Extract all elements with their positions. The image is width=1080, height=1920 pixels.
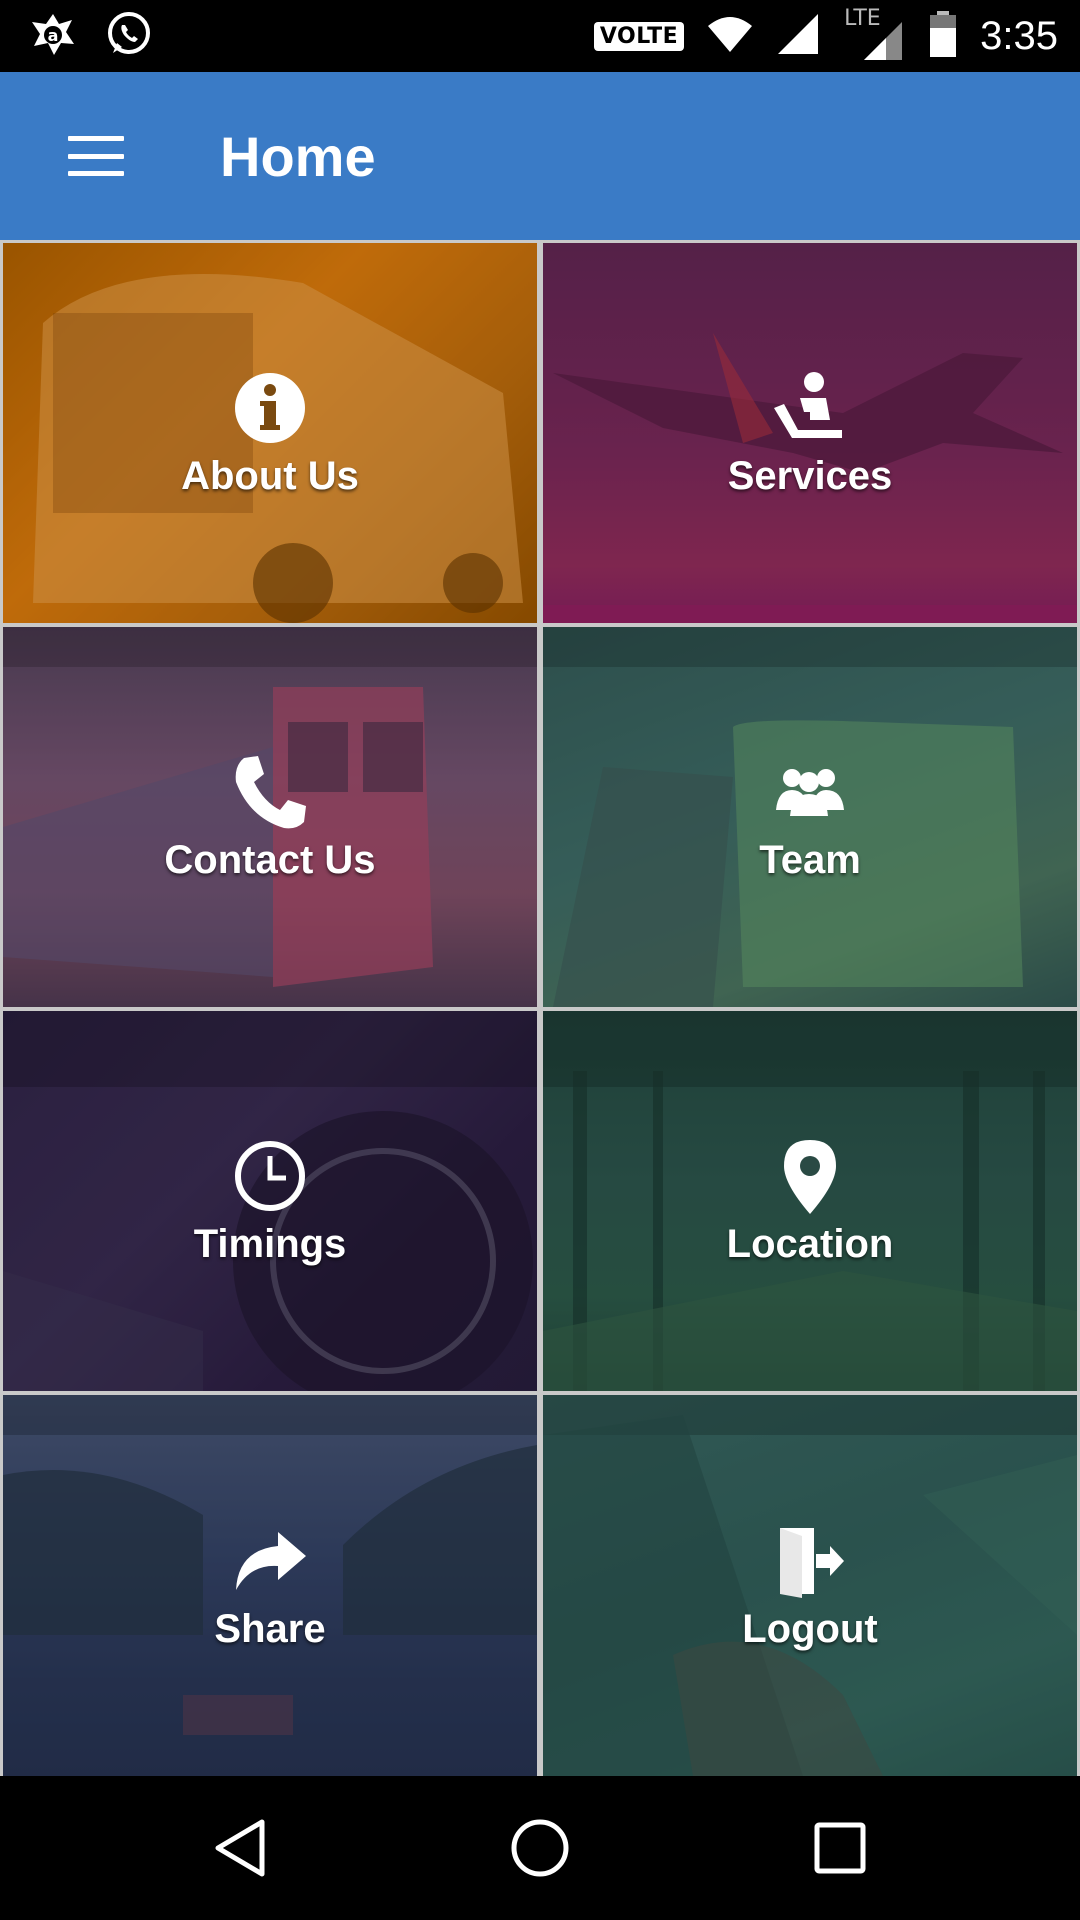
phone-icon [228, 750, 312, 834]
share-arrow-icon [228, 1519, 312, 1603]
page-title: Home [220, 124, 376, 188]
status-bar: a VOLTE LTE 3:35 [0, 0, 1080, 72]
tile-contact-us[interactable]: Contact Us [3, 627, 537, 1007]
recents-icon[interactable] [760, 1776, 920, 1920]
team-icon [768, 750, 852, 834]
tile-team[interactable]: Team [543, 627, 1077, 1007]
wifi-icon [706, 14, 754, 59]
battery-icon [928, 10, 958, 63]
tile-label: Timings [193, 1222, 347, 1266]
tile-logout[interactable]: Logout [543, 1395, 1077, 1776]
service-desk-icon [768, 366, 852, 450]
location-pin-icon [768, 1134, 852, 1218]
lte-signal: LTE [842, 6, 906, 62]
tile-label: Logout [742, 1606, 878, 1651]
app-bar: Home [0, 72, 1080, 240]
home-grid: About Us Services Contact Us Team Timing… [0, 240, 1080, 1776]
tile-label: About Us [181, 454, 359, 498]
info-icon [228, 366, 312, 450]
tile-timings[interactable]: Timings [3, 1011, 537, 1391]
volte-badge: VOLTE [593, 21, 685, 51]
navigation-bar [0, 1776, 1080, 1920]
app-notification-icon: a [28, 10, 78, 63]
clock-icon [228, 1134, 312, 1218]
home-icon[interactable] [460, 1776, 620, 1920]
signal-icon [776, 12, 820, 61]
whatsapp-icon [104, 9, 154, 64]
tile-label: Contact Us [164, 838, 376, 882]
svg-text:a: a [48, 26, 59, 45]
tile-label: Share [214, 1606, 326, 1651]
tile-label: Location [726, 1222, 894, 1266]
tile-location[interactable]: Location [543, 1011, 1077, 1391]
tile-share[interactable]: Share [3, 1395, 537, 1776]
clock: 3:35 [980, 13, 1058, 58]
hamburger-menu-icon[interactable] [68, 136, 124, 176]
tile-about-us[interactable]: About Us [3, 243, 537, 623]
logout-icon [768, 1519, 852, 1603]
tile-services[interactable]: Services [543, 243, 1077, 623]
back-icon[interactable] [160, 1776, 320, 1920]
tile-label: Services [727, 454, 893, 498]
tile-label: Team [759, 838, 861, 882]
